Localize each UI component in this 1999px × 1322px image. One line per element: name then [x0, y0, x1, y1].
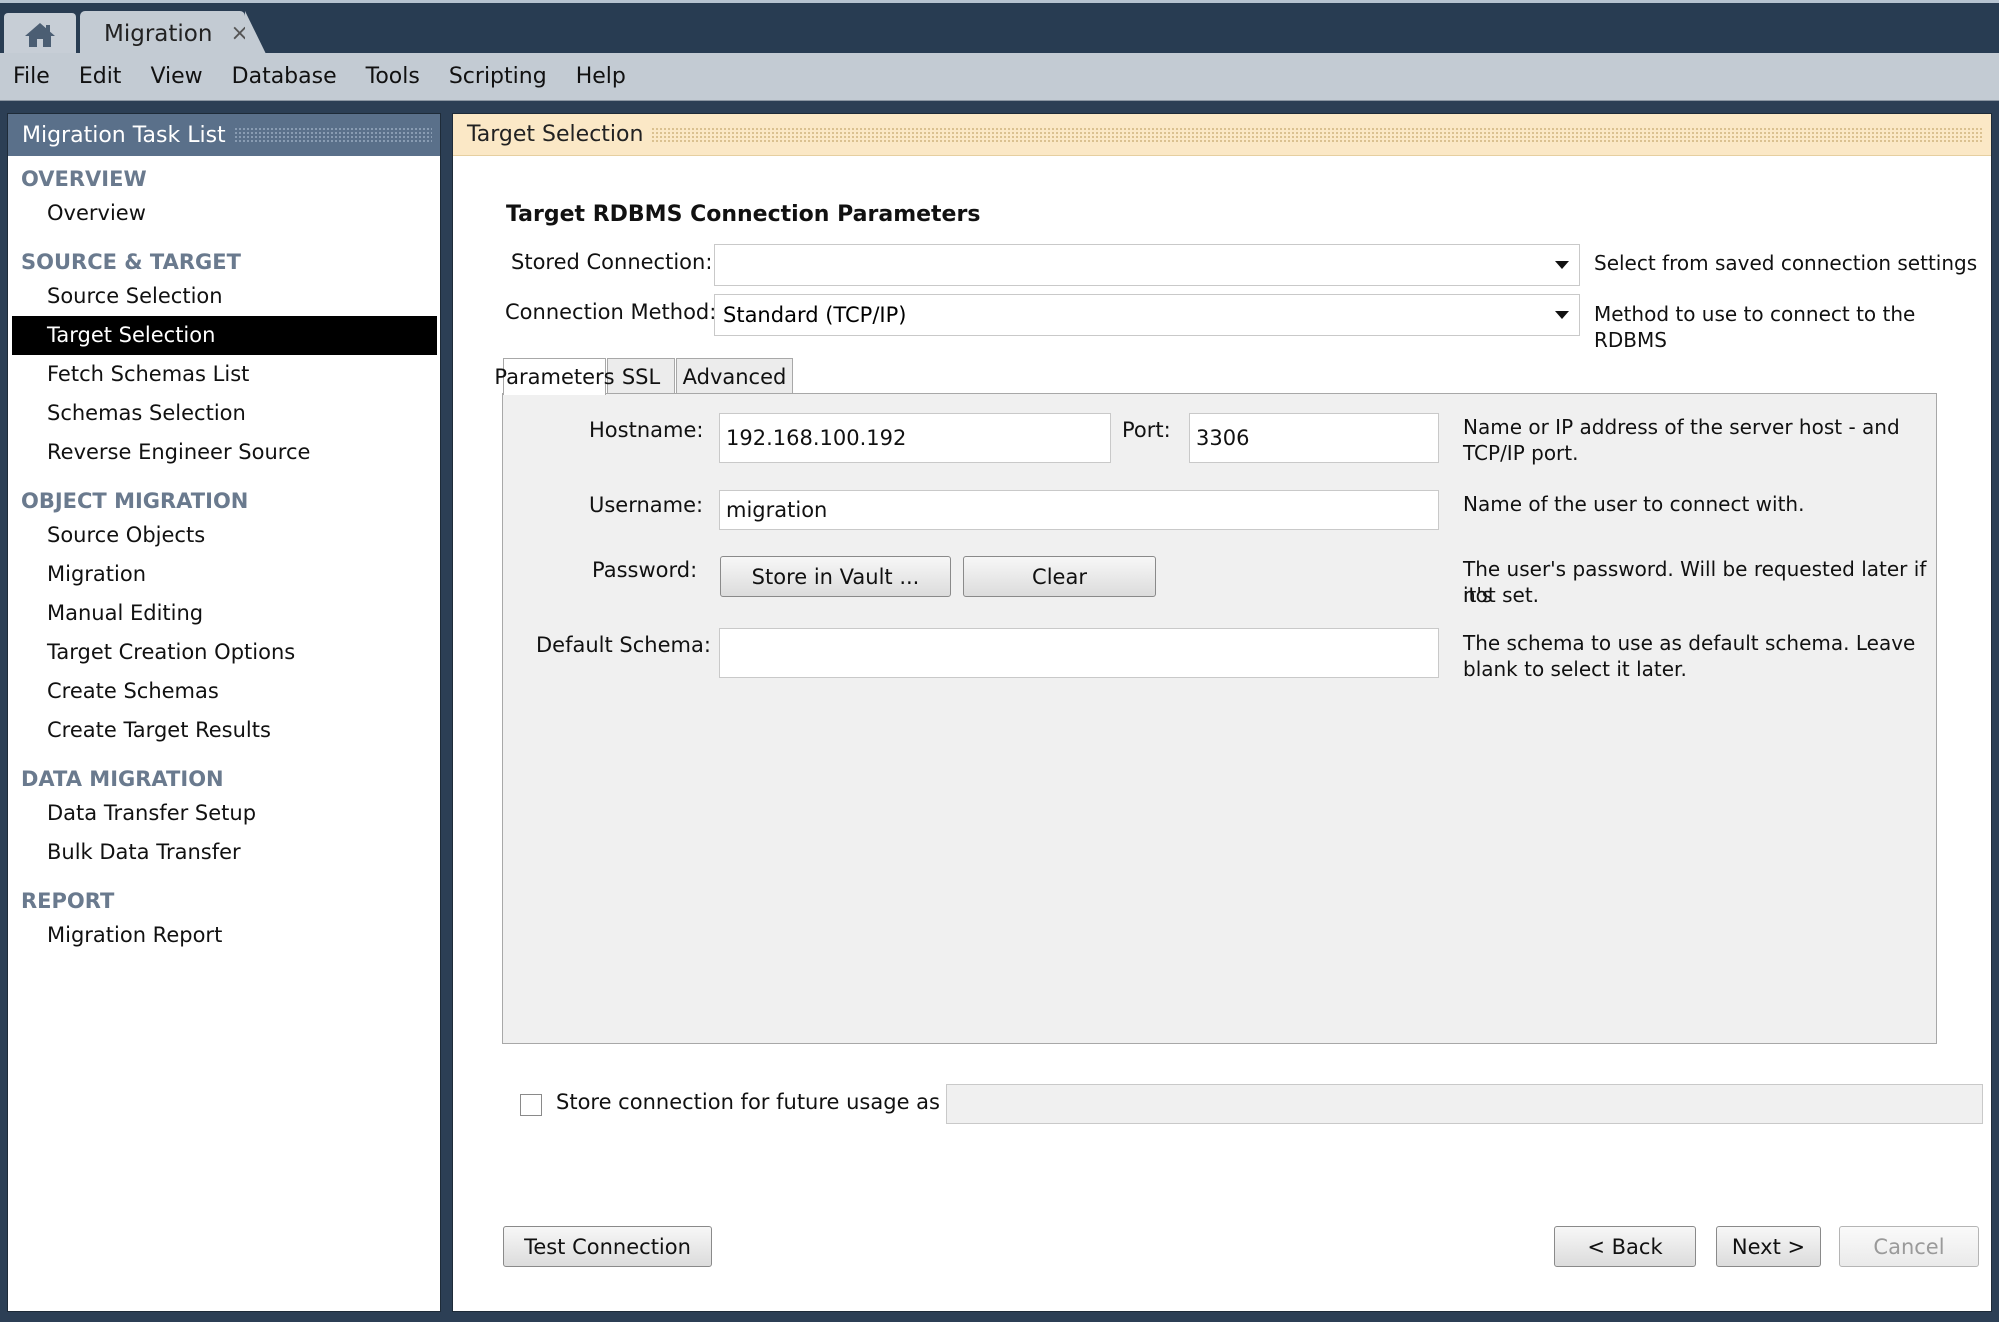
hostname-label: Hostname: — [589, 418, 704, 442]
migration-task-list: Migration Task List OVERVIEW Overview SO… — [7, 113, 441, 1312]
password-help-line-2: not set. — [1463, 583, 1540, 607]
username-input[interactable]: migration — [719, 490, 1439, 530]
tab-parameters[interactable]: Parameters — [494, 358, 615, 395]
default-schema-help-line-1: The schema to use as default schema. Lea… — [1463, 631, 1916, 655]
task-item-source-selection[interactable]: Source Selection — [8, 277, 440, 316]
username-label: Username: — [589, 493, 704, 517]
parameters-panel: Hostname: 192.168.100.192 Port: 3306 Nam… — [502, 393, 1937, 1044]
hostname-input[interactable]: 192.168.100.192 — [719, 413, 1111, 463]
menu-edit[interactable]: Edit — [66, 64, 138, 89]
task-item-create-target-results[interactable]: Create Target Results — [8, 711, 440, 750]
header-grip — [651, 126, 1983, 143]
cancel-button: Cancel — [1839, 1226, 1979, 1267]
tab-label: Migration — [104, 20, 213, 47]
task-item-reverse-engineer-source[interactable]: Reverse Engineer Source — [8, 433, 440, 472]
store-connection-checkbox[interactable] — [520, 1094, 542, 1116]
port-label: Port: — [1122, 418, 1171, 442]
connection-method-dropdown[interactable]: Standard (TCP/IP) — [714, 294, 1580, 336]
section-object-migration: OBJECT MIGRATION — [21, 489, 249, 513]
task-item-create-schemas[interactable]: Create Schemas — [8, 672, 440, 711]
home-tab[interactable] — [4, 13, 76, 56]
section-title: Target RDBMS Connection Parameters — [506, 202, 981, 227]
store-connection-name-input[interactable] — [946, 1084, 1983, 1124]
clear-password-button[interactable]: Clear — [963, 556, 1156, 597]
task-item-bulk-data-transfer[interactable]: Bulk Data Transfer — [8, 833, 440, 872]
page-header: Target Selection — [453, 114, 1991, 156]
stored-connection-label: Stored Connection: — [511, 250, 713, 274]
close-icon[interactable]: × — [230, 21, 248, 46]
connection-method-value: Standard (TCP/IP) — [723, 303, 907, 327]
chevron-down-icon — [1555, 261, 1569, 269]
store-connection-label: Store connection for future usage as — [556, 1090, 940, 1114]
menu-view[interactable]: View — [137, 64, 218, 89]
page-title: Target Selection — [467, 122, 644, 147]
menu-bar: File Edit View Database Tools Scripting … — [0, 53, 1999, 101]
header-grip — [233, 127, 432, 143]
menu-file[interactable]: File — [0, 64, 66, 89]
menu-database[interactable]: Database — [219, 64, 353, 89]
task-item-fetch-schemas-list[interactable]: Fetch Schemas List — [8, 355, 440, 394]
hostname-help-line-1: Name or IP address of the server host - … — [1463, 415, 1900, 439]
task-item-source-objects[interactable]: Source Objects — [8, 516, 440, 555]
default-schema-help-line-2: blank to select it later. — [1463, 657, 1687, 681]
section-report: REPORT — [21, 889, 115, 913]
tab-ssl[interactable]: SSL — [607, 358, 675, 394]
menu-scripting[interactable]: Scripting — [436, 64, 563, 89]
stored-connection-help: Select from saved connection settings — [1594, 251, 1978, 275]
task-item-migration[interactable]: Migration — [8, 555, 440, 594]
task-list-header: Migration Task List — [8, 114, 440, 156]
default-schema-input[interactable] — [719, 628, 1439, 678]
tab-advanced[interactable]: Advanced — [676, 358, 793, 394]
task-list-title: Migration Task List — [22, 122, 226, 148]
hostname-help-line-2: TCP/IP port. — [1463, 441, 1579, 465]
connection-method-label: Connection Method: — [505, 300, 717, 324]
tab-strip: Migration × — [0, 0, 1999, 56]
task-item-manual-editing[interactable]: Manual Editing — [8, 594, 440, 633]
task-item-data-transfer-setup[interactable]: Data Transfer Setup — [8, 794, 440, 833]
test-connection-button[interactable]: Test Connection — [503, 1226, 712, 1267]
task-item-target-selection[interactable]: Target Selection — [12, 316, 437, 355]
home-icon — [25, 22, 55, 47]
connection-method-help: Method to use to connect to the RDBMS — [1594, 302, 1916, 352]
chevron-down-icon — [1555, 311, 1569, 319]
tab-migration[interactable]: Migration × — [80, 11, 267, 56]
target-selection-page: Target Selection Target RDBMS Connection… — [452, 113, 1992, 1312]
task-item-schemas-selection[interactable]: Schemas Selection — [8, 394, 440, 433]
menu-help[interactable]: Help — [563, 64, 642, 89]
store-in-vault-button[interactable]: Store in Vault ... — [720, 556, 951, 597]
port-input[interactable]: 3306 — [1189, 413, 1439, 463]
default-schema-label: Default Schema: — [536, 633, 711, 657]
back-button[interactable]: < Back — [1554, 1226, 1696, 1267]
section-source-target: SOURCE & TARGET — [21, 250, 241, 274]
username-help: Name of the user to connect with. — [1463, 492, 1805, 516]
section-data-migration: DATA MIGRATION — [21, 767, 224, 791]
menu-tools[interactable]: Tools — [353, 64, 436, 89]
next-button[interactable]: Next > — [1716, 1226, 1821, 1267]
stored-connection-dropdown[interactable] — [714, 244, 1580, 286]
workspace: Migration Task List OVERVIEW Overview SO… — [0, 101, 1999, 1322]
task-item-migration-report[interactable]: Migration Report — [8, 916, 440, 955]
task-item-overview[interactable]: Overview — [8, 194, 440, 233]
task-item-target-creation-options[interactable]: Target Creation Options — [8, 633, 440, 672]
password-label: Password: — [592, 558, 698, 582]
section-overview: OVERVIEW — [21, 167, 147, 191]
